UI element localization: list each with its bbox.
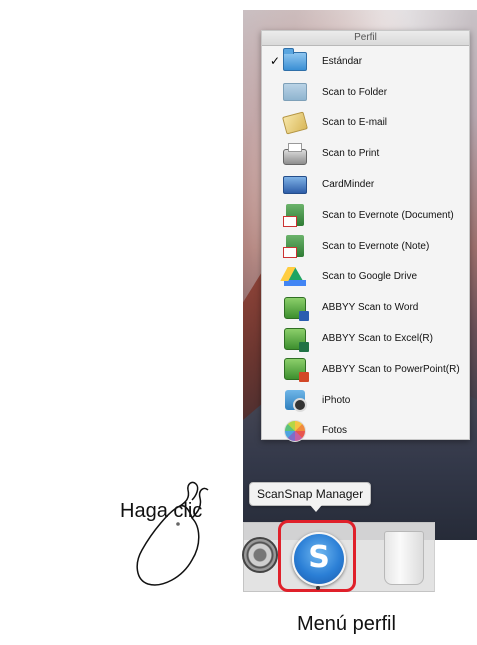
menu-item-label: Scan to Print [322,148,380,160]
menu-item-abbyy-excel[interactable]: ABBYY Scan to Excel(R) [262,323,469,354]
dock: S [242,520,435,592]
menu-item-label: ABBYY Scan to Word [322,302,419,314]
menu-item-evernote-note[interactable]: Scan to Evernote (Note) [262,231,469,262]
menu-item-label: iPhoto [322,394,351,406]
menu-item-google-drive[interactable]: Scan to Google Drive [262,262,469,293]
menu-item-abbyy-word[interactable]: ABBYY Scan to Word [262,292,469,323]
photos-icon [283,419,307,442]
menu-item-label: ABBYY Scan to Excel(R) [322,333,433,345]
menu-item-abbyy-powerpoint[interactable]: ABBYY Scan to PowerPoint(R) [262,354,469,385]
menu-item-fotos[interactable]: Fotos [262,416,469,447]
folder-icon [283,81,307,103]
checkmark-icon: ✓ [269,54,280,69]
evernote-pdf-icon [283,204,307,228]
abbyy-excel-icon [283,327,309,352]
menu-item-label: CardMinder [322,179,375,191]
system-preferences-icon[interactable] [242,537,278,573]
running-indicator [316,586,320,590]
google-drive-icon [283,266,307,288]
cardminder-icon [283,174,307,196]
menu-item-label: ABBYY Scan to PowerPoint(R) [322,363,460,375]
trash-icon[interactable] [384,531,424,585]
mouse-icon [136,481,209,586]
menu-item-label: Estándar [322,55,363,67]
printer-icon [283,142,307,165]
menu-item-scan-to-email[interactable]: Scan to E-mail [262,108,469,139]
menu-item-scan-to-print[interactable]: Scan to Print [262,138,469,169]
email-icon [282,111,308,135]
scansnap-highlight: S [278,520,356,592]
iphoto-icon [283,389,307,413]
menu-item-label: Scan to Google Drive [322,271,418,283]
menu-item-label: Fotos [322,425,348,437]
menu-item-iphoto[interactable]: iPhoto [262,385,469,416]
menu-item-label: Scan to Evernote (Note) [322,240,430,252]
menu-item-label: Scan to Folder [322,86,388,98]
menu-caption: Menú perfil [297,613,396,635]
menu-item-standard[interactable]: ✓ Estándar [262,46,469,77]
menu-item-label: Scan to E-mail [322,117,388,129]
dock-tooltip: ScanSnap Manager [249,482,372,512]
menu-title: Perfil [262,31,469,46]
abbyy-powerpoint-icon [283,358,309,383]
abbyy-word-icon [283,296,309,321]
profile-menu: Perfil ✓ Estándar Scan to Folder Scan to… [261,30,470,442]
menu-item-cardminder[interactable]: CardMinder [262,169,469,200]
menu-item-evernote-document[interactable]: Scan to Evernote (Document) [262,200,469,231]
folder-blue-icon [283,47,307,72]
evernote-jpg-icon [283,235,307,259]
menu-item-label: Scan to Evernote (Document) [322,209,454,221]
menu-item-scan-to-folder[interactable]: Scan to Folder [262,77,469,108]
scansnap-manager-icon[interactable]: S [292,532,346,586]
